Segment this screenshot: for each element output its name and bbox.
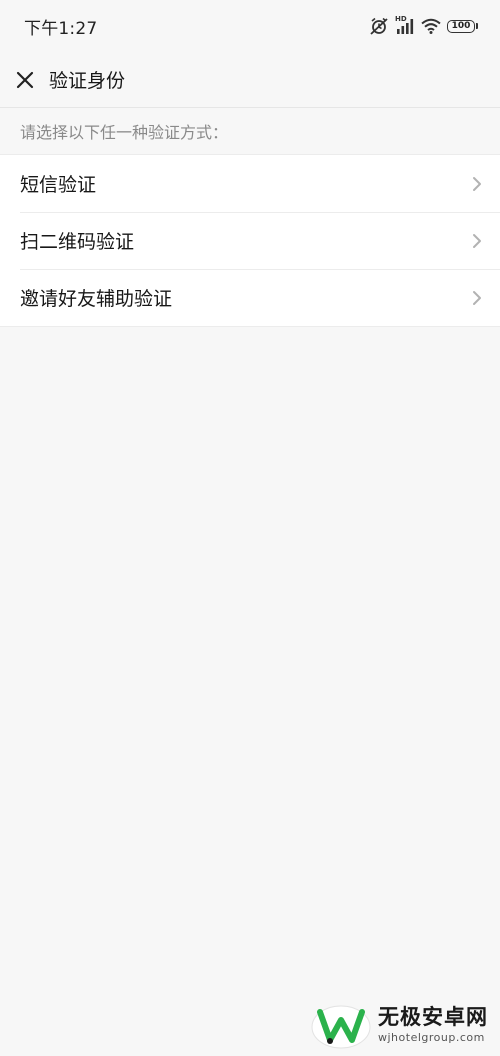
option-label: 邀请好友辅助验证 bbox=[20, 288, 173, 310]
chevron-right-icon bbox=[472, 290, 482, 306]
wifi-icon bbox=[421, 18, 441, 34]
option-label: 扫二维码验证 bbox=[20, 231, 135, 253]
network-label: HD bbox=[395, 15, 407, 23]
nav-bar: 验证身份 bbox=[0, 52, 500, 108]
battery-level: 100 bbox=[451, 20, 471, 31]
status-icons: HD 100 bbox=[369, 15, 478, 35]
verification-hint: 请选择以下任一种验证方式： bbox=[20, 123, 229, 142]
verification-options-list: 短信验证 扫二维码验证 邀请好友辅助验证 bbox=[0, 154, 500, 327]
watermark-url: wjhotelgroup.com bbox=[378, 1031, 485, 1045]
page-title: 验证身份 bbox=[49, 70, 126, 92]
alarm-off-icon bbox=[369, 17, 389, 35]
status-bar: 下午1:27 HD 100 bbox=[0, 0, 500, 52]
close-icon bbox=[16, 71, 34, 88]
signal-icon: HD bbox=[395, 15, 415, 34]
watermark-logo-icon bbox=[311, 1005, 371, 1049]
watermark-name: 无极安卓网 bbox=[378, 1004, 488, 1029]
option-label: 短信验证 bbox=[20, 174, 97, 196]
chevron-right-icon bbox=[472, 176, 482, 192]
watermark: 无极安卓网 wjhotelgroup.com bbox=[310, 1000, 488, 1050]
battery-icon: 100 bbox=[447, 19, 478, 33]
close-button[interactable] bbox=[14, 69, 36, 91]
status-time: 下午1:27 bbox=[24, 18, 98, 39]
option-qrcode-verification[interactable]: 扫二维码验证 bbox=[0, 212, 500, 269]
screen: 下午1:27 HD 100 验证身份 请选择以下任一种验证方式： 短信验证 扫二… bbox=[0, 0, 500, 1056]
option-sms-verification[interactable]: 短信验证 bbox=[0, 155, 500, 212]
option-friend-assist-verification[interactable]: 邀请好友辅助验证 bbox=[0, 269, 500, 326]
chevron-right-icon bbox=[472, 233, 482, 249]
